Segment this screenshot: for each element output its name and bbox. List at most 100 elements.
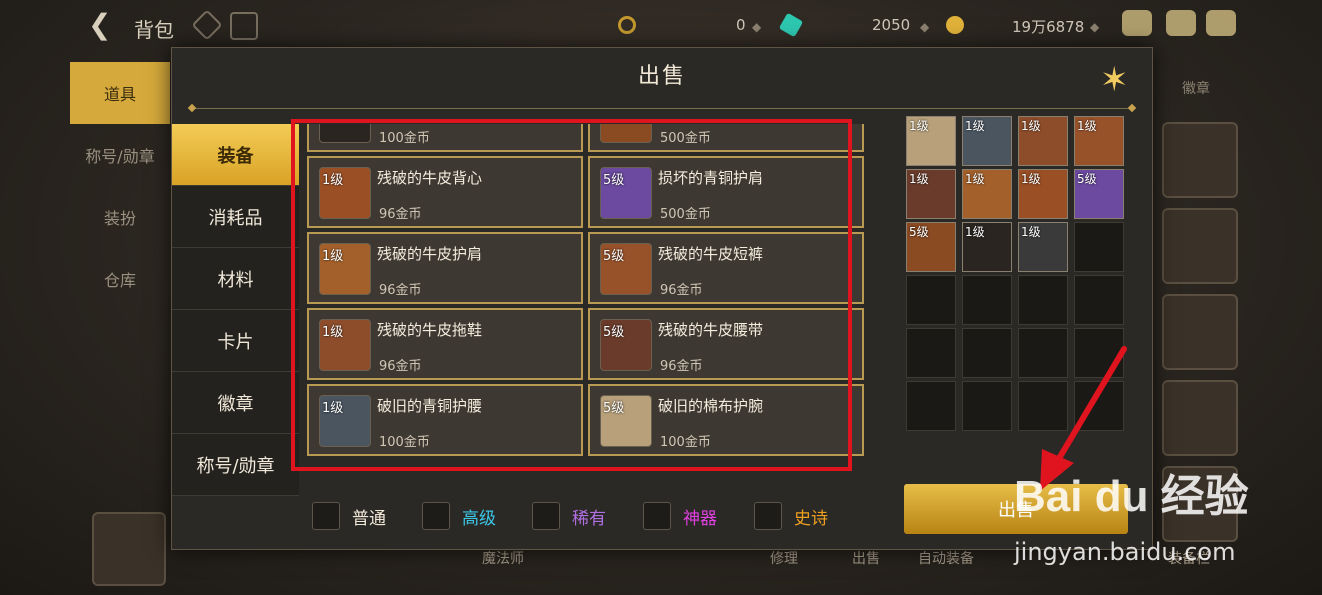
bg-slot: [1162, 122, 1238, 198]
item-price: 100金币: [379, 435, 430, 450]
item-name: 残破的牛皮腰带: [658, 321, 764, 339]
tab-titles[interactable]: 称号/勋章: [172, 434, 299, 496]
tab-consumables[interactable]: 消耗品: [172, 186, 299, 248]
sell-item-row[interactable]: 1级 残破的牛皮背心 96金币: [307, 156, 583, 228]
tab-cards[interactable]: 卡片: [172, 310, 299, 372]
slot-level: 1级: [1021, 172, 1041, 186]
grid-slot[interactable]: 1级: [962, 169, 1012, 219]
sell-item-list[interactable]: 100金币 500金币 1级 残破的牛皮背心 96金币 5级 损坏的青铜护肩 500金币 1级残…: [307, 124, 867, 468]
tab-equipment[interactable]: 装备: [172, 124, 299, 186]
grid-slot[interactable]: [906, 275, 956, 325]
frame-icon[interactable]: [230, 12, 258, 40]
grid-slot[interactable]: [962, 328, 1012, 378]
slot-level: 1级: [1077, 119, 1097, 133]
bg-menu-item: 称号/勋章: [85, 147, 155, 166]
sell-dialog: 出售 ✶ 装备 消耗品 材料 卡片 徽章 称号/勋章 100金币 500金币 1级残…: [171, 47, 1153, 550]
add-icon[interactable]: ◆: [920, 20, 929, 34]
grid-slot[interactable]: [906, 328, 956, 378]
slot-level: 1级: [1021, 225, 1041, 239]
currency2-value: 2050: [872, 16, 911, 34]
slot-level: 5级: [909, 225, 929, 239]
sell-item-row[interactable]: 1级 破旧的青铜护腰 100金币: [307, 384, 583, 456]
sell-item-row[interactable]: 100金币: [307, 124, 583, 152]
slot-level: 1级: [965, 225, 985, 239]
filter-advanced[interactable]: 高级: [422, 501, 496, 531]
sell-item-row[interactable]: 1级 残破的牛皮拖鞋 96金币: [307, 308, 583, 380]
item-price: 96金币: [379, 207, 422, 222]
diamond-icon[interactable]: [191, 9, 223, 41]
sell-item-row[interactable]: 5级 破旧的棉布护腕 100金币: [588, 384, 864, 456]
filter-artifact[interactable]: 神器: [643, 501, 717, 531]
chat-icon[interactable]: [1206, 10, 1236, 36]
grid-slot[interactable]: 1级: [906, 169, 956, 219]
grid-slot[interactable]: 5级: [1074, 169, 1124, 219]
filter-label: 高级: [462, 508, 496, 529]
item-level: 1级: [322, 401, 344, 416]
checkbox[interactable]: [422, 502, 450, 530]
checkbox[interactable]: [754, 502, 782, 530]
close-icon[interactable]: ✶: [1100, 60, 1129, 100]
item-icon: 5级: [600, 167, 652, 219]
sell-item-row[interactable]: 1级 残破的牛皮护肩 96金币: [307, 232, 583, 304]
watermark: Bai du 经验 jingyan.baidu.com: [1014, 460, 1249, 566]
checkbox[interactable]: [312, 502, 340, 530]
grid-slot[interactable]: 1级: [1018, 116, 1068, 166]
currency1-value: 0: [736, 16, 746, 34]
sell-item-row[interactable]: 500金币: [588, 124, 864, 152]
back-arrow-icon[interactable]: ❮: [88, 8, 111, 41]
grid-slot[interactable]: 5级: [906, 222, 956, 272]
item-name: 损坏的青铜护肩: [658, 169, 764, 187]
add-icon[interactable]: ◆: [1090, 20, 1099, 34]
gold-coin-icon: [946, 16, 964, 34]
filter-epic[interactable]: 史诗: [754, 501, 828, 531]
sell-item-row[interactable]: 5级 损坏的青铜护肩 500金币: [588, 156, 864, 228]
checkbox[interactable]: [643, 502, 671, 530]
item-price: 500金币: [660, 131, 711, 146]
dialog-title: 出售: [637, 64, 686, 89]
watermark-url: jingyan.baidu.com: [1014, 538, 1236, 566]
grid-slot[interactable]: 1级: [1074, 116, 1124, 166]
bag-icon[interactable]: [1122, 10, 1152, 36]
sell-item-row[interactable]: 5级 残破的牛皮短裤 96金币: [588, 232, 864, 304]
item-level: 1级: [322, 173, 344, 188]
sell-item-row[interactable]: 5级 残破的牛皮腰带 96金币: [588, 308, 864, 380]
tab-badges[interactable]: 徽章: [172, 372, 299, 434]
grid-slot[interactable]: [906, 381, 956, 431]
grid-slot[interactable]: [1018, 275, 1068, 325]
bg-right-title: 徽章: [1182, 81, 1210, 97]
tab-materials[interactable]: 材料: [172, 248, 299, 310]
mail-icon[interactable]: [1166, 10, 1196, 36]
item-name: 残破的牛皮拖鞋: [377, 321, 483, 339]
grid-slot[interactable]: 1级: [962, 116, 1012, 166]
item-icon: 5级: [600, 395, 652, 447]
grid-slot[interactable]: 1级: [962, 222, 1012, 272]
bottom-label: 魔法师: [482, 551, 524, 567]
slot-level: 5级: [1077, 172, 1097, 186]
item-name: 破旧的棉布护腕: [658, 397, 764, 415]
checkbox[interactable]: [532, 502, 560, 530]
filter-label: 普通: [352, 508, 386, 529]
grid-slot[interactable]: [1074, 275, 1124, 325]
filter-rare[interactable]: 稀有: [532, 501, 606, 531]
moon-currency-icon: [618, 16, 636, 34]
add-icon[interactable]: ◆: [752, 20, 761, 34]
item-icon: 1级: [319, 243, 371, 295]
item-name: 残破的牛皮短裤: [658, 245, 764, 263]
bottom-label: 出售: [852, 551, 880, 567]
grid-slot[interactable]: 1级: [906, 116, 956, 166]
bg-character-slot: [92, 512, 166, 586]
item-icon: 5级: [600, 319, 652, 371]
bottom-label: 修理: [770, 551, 798, 567]
grid-slot[interactable]: [962, 275, 1012, 325]
grid-slot[interactable]: 1级: [1018, 222, 1068, 272]
filter-label: 稀有: [572, 508, 606, 529]
filter-label: 神器: [683, 508, 717, 529]
grid-slot[interactable]: 1级: [1018, 169, 1068, 219]
grid-slot[interactable]: [962, 381, 1012, 431]
bg-menu-item: 装扮: [103, 209, 136, 228]
grid-slot[interactable]: [1074, 222, 1124, 272]
filter-normal[interactable]: 普通: [312, 501, 386, 531]
item-name: 破旧的青铜护腰: [377, 397, 483, 415]
slot-level: 1级: [965, 119, 985, 133]
item-level: 1级: [322, 249, 344, 264]
